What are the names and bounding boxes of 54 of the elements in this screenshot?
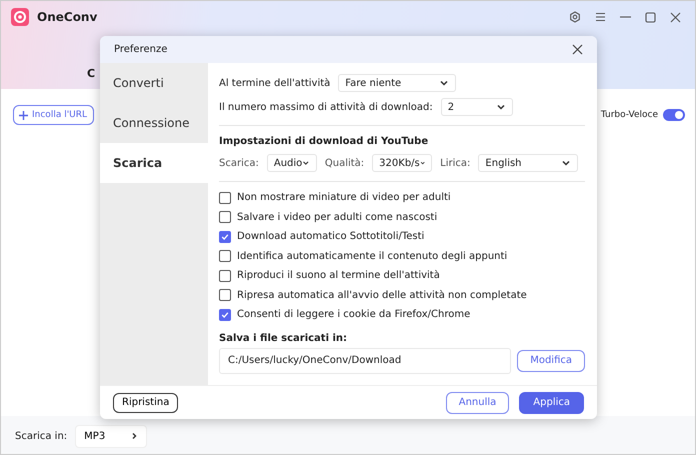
reset-button[interactable]: Ripristina [113,392,178,412]
checkbox[interactable] [219,308,231,321]
option-label: Non mostrare miniature di video per adulti [237,192,451,204]
checkbox[interactable] [219,192,231,204]
section-heading: Impostazioni di download di YouTube [219,136,430,147]
settings-icon[interactable] [569,11,581,23]
field-label: Lirica: [440,158,470,168]
chevron-right-icon [130,432,138,440]
tab-label[interactable]: C [87,67,96,80]
cancel-button[interactable]: Annulla [446,392,510,414]
field-label: Scarica: [219,158,259,168]
max-tasks-label: Il numero massimo di attività di download: [219,102,433,112]
setting-dropdown[interactable]: Audio [266,154,317,172]
checkbox[interactable] [219,230,231,243]
minimize-icon[interactable] [620,16,631,18]
dialog-title: Preferenze [114,44,168,55]
app-logo-icon [11,8,29,26]
option-label: Salvare i video per adulti come nascosti [237,212,438,223]
option-label: Ripresa automatica all'avvio delle attività non completate [237,290,527,301]
section-heading: Salva i file scaricati in: [219,332,348,344]
setting-dropdown[interactable]: 320Kb/s [372,154,432,172]
apply-button[interactable]: Applica [519,392,584,414]
max-tasks-dropdown[interactable]: 2 [440,98,513,116]
app-title: OneConv [37,10,98,24]
modify-button[interactable]: Modifica [517,350,585,372]
sidebar-item[interactable]: Scarica [100,143,208,183]
setting-dropdown[interactable]: English [478,154,578,172]
checkbox[interactable] [219,289,231,302]
menu-icon[interactable] [595,12,606,22]
sidebar-item[interactable]: Connessione [100,103,208,143]
checkbox[interactable] [219,270,231,282]
field-label: Qualità: [324,158,364,168]
checkbox[interactable] [219,250,231,262]
maximize-icon[interactable] [645,12,656,22]
sidebar-item[interactable]: Converti [100,63,208,103]
output-format-label: Scarica in: [15,430,68,442]
output-format-dropdown[interactable]: MP3 [75,424,148,448]
path-field[interactable]: C:/Users/lucky/OneConv/Download [219,348,512,374]
chevron-icon [439,78,450,88]
option-label: Consenti di leggere i cookie da Firefox/Chrome [237,309,470,320]
option-label: Download automatico Sottotitoli/Testi [237,231,424,242]
close-icon[interactable] [670,12,681,22]
close-icon[interactable] [572,44,583,55]
plus-icon [19,110,28,120]
chevron-icon [496,102,506,112]
paste-url-button[interactable]: Incolla l'URL [13,105,94,125]
chevron-icon [561,158,572,168]
checkbox[interactable] [219,211,231,224]
turbo-label: Turbo-Veloce [600,110,658,120]
end-action-label: Al termine dell'attività [219,78,330,88]
end-action-dropdown[interactable]: Fare niente [338,74,456,92]
option-label: Identifica automaticamente il contenuto degli appunti [237,250,508,262]
option-label: Riproduci il suono al termine dell'attività [237,270,440,282]
turbo-toggle[interactable] [663,109,685,121]
